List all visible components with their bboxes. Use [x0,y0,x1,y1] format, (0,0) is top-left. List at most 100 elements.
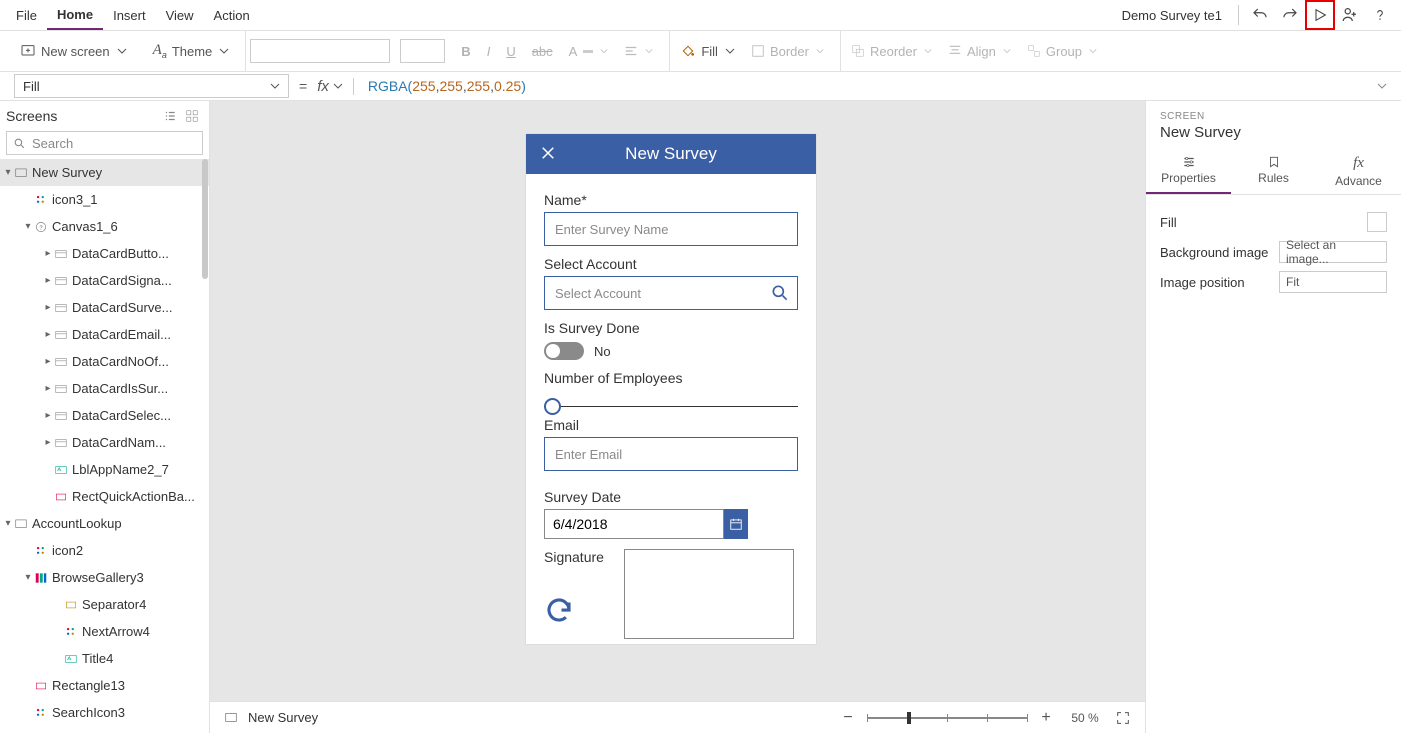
group-icon [1027,44,1041,58]
signature-pad[interactable] [624,549,794,639]
date-picker-button[interactable] [724,509,748,539]
tree-expander[interactable]: ▸ [42,356,54,367]
prop-bgimg-select[interactable]: Select an image... [1279,241,1387,263]
new-screen-button[interactable]: New screen [14,39,133,63]
fill-button[interactable]: Fill [674,39,741,63]
tree-item[interactable]: ▾BrowseGallery3 [0,564,209,591]
formula-input[interactable]: RGBA(255,255,255,0.25) [364,77,1367,96]
tree-item[interactable]: Title4 [0,645,209,672]
tree-item[interactable]: ▾?Canvas1_6 [0,213,209,240]
formula-expand-icon[interactable] [1377,81,1387,91]
tree-item[interactable]: ▸DataCardSelec... [0,402,209,429]
share-button[interactable] [1335,0,1365,30]
menu-insert[interactable]: Insert [103,2,156,29]
tab-advanced[interactable]: fx Advance [1316,149,1401,194]
border-button[interactable]: Border [745,40,830,63]
fx-icon: fx [1353,155,1364,172]
bold-button[interactable]: B [455,40,476,63]
app-name-label: Demo Survey te1 [1122,8,1222,23]
menu-file[interactable]: File [6,2,47,29]
tree-node-label: Rectangle13 [52,678,125,693]
signature-reset-button[interactable] [544,595,604,625]
tree-item[interactable]: ▾New Survey [0,159,209,186]
search-icon[interactable] [770,283,790,303]
email-input[interactable] [544,437,798,471]
italic-button[interactable]: I [481,40,497,63]
slider-thumb[interactable] [544,398,561,415]
survey-done-toggle[interactable] [544,342,584,360]
more-button[interactable] [1365,0,1395,30]
prop-fill-swatch[interactable] [1367,212,1387,232]
theme-button[interactable]: Aa Theme [147,38,236,64]
survey-name-input[interactable] [544,212,798,246]
prop-imgpos-select[interactable]: Fit [1279,271,1387,293]
menu-home[interactable]: Home [47,1,103,30]
tree-expander[interactable]: ▸ [42,248,54,259]
tree-item[interactable]: RectQuickActionBa... [0,483,209,510]
tree-expander[interactable]: ▾ [22,572,34,583]
tree-item[interactable]: Rectangle13 [0,672,209,699]
panel-title: New Survey [1146,122,1401,149]
tree-expander[interactable]: ▸ [42,383,54,394]
tree-expander[interactable]: ▾ [2,167,14,178]
font-color-button[interactable]: A [563,40,615,63]
zoom-in-button[interactable]: + [1037,709,1055,727]
menu-view[interactable]: View [156,2,204,29]
tree-node-icon [14,166,32,180]
survey-date-input[interactable] [544,509,724,539]
tree-expander[interactable]: ▸ [42,437,54,448]
zoom-out-button[interactable]: − [839,709,857,727]
close-button[interactable] [536,141,560,165]
list-view-icon[interactable] [163,109,177,123]
font-size-select[interactable] [400,39,445,63]
fx-label[interactable]: fx [317,78,354,95]
play-preview-button[interactable] [1305,0,1335,30]
name-label: Name* [544,192,798,208]
fullscreen-icon[interactable] [1115,710,1131,726]
strike-button[interactable]: abc [526,40,559,63]
tree-item[interactable]: icon3_1 [0,186,209,213]
tree-search-input[interactable]: Search [6,131,203,155]
tab-rules[interactable]: Rules [1231,149,1316,194]
tab-properties[interactable]: Properties [1146,149,1231,194]
property-selector[interactable]: Fill [14,74,289,98]
tree-item[interactable]: ▸DataCardEmail... [0,321,209,348]
tree-item[interactable]: Separator4 [0,591,209,618]
screens-tree[interactable]: ▾New Surveyicon3_1▾?Canvas1_6▸DataCardBu… [0,159,209,733]
tree-item[interactable]: ▸DataCardIsSur... [0,375,209,402]
tree-expander[interactable]: ▸ [42,275,54,286]
grid-view-icon[interactable] [185,109,199,123]
align-button[interactable]: Align [942,40,1017,63]
tree-expander[interactable]: ▸ [42,410,54,421]
tree-expander[interactable]: ▾ [22,221,34,232]
employees-slider[interactable] [544,406,798,407]
properties-panel: SCREEN New Survey Properties Rules fx Ad… [1146,101,1401,733]
tree-item[interactable]: ▸DataCardNam... [0,429,209,456]
tree-item[interactable]: ▸DataCardSurve... [0,294,209,321]
tree-expander[interactable]: ▸ [42,302,54,313]
font-family-select[interactable] [250,39,390,63]
group-button[interactable]: Group [1021,40,1103,63]
tree-item[interactable]: ▸DataCardNoOf... [0,348,209,375]
tree-expander[interactable]: ▸ [42,329,54,340]
account-lookup-input[interactable] [544,276,798,310]
tree-item[interactable]: ▸DataCardSigna... [0,267,209,294]
zoom-slider[interactable] [867,717,1027,719]
text-align-button[interactable] [618,40,659,62]
tree-expander[interactable]: ▾ [2,518,14,529]
undo-button[interactable] [1245,0,1275,30]
menu-action[interactable]: Action [204,2,260,29]
date-label: Survey Date [544,489,798,505]
tree-item[interactable]: LblAppName2_7 [0,456,209,483]
reorder-button[interactable]: Reorder [845,40,938,63]
tree-scrollbar-thumb[interactable] [202,159,208,279]
tree-item[interactable]: ▾AccountLookup [0,510,209,537]
tree-item[interactable]: NextArrow4 [0,618,209,645]
align-icon [948,44,962,58]
redo-button[interactable] [1275,0,1305,30]
underline-button[interactable]: U [500,40,521,63]
tree-item[interactable]: ▸DataCardButto... [0,240,209,267]
tree-item[interactable]: SearchIcon3 [0,699,209,726]
canvas-stage[interactable]: New Survey Name* Select Account Is Surve… [210,101,1145,701]
tree-item[interactable]: icon2 [0,537,209,564]
